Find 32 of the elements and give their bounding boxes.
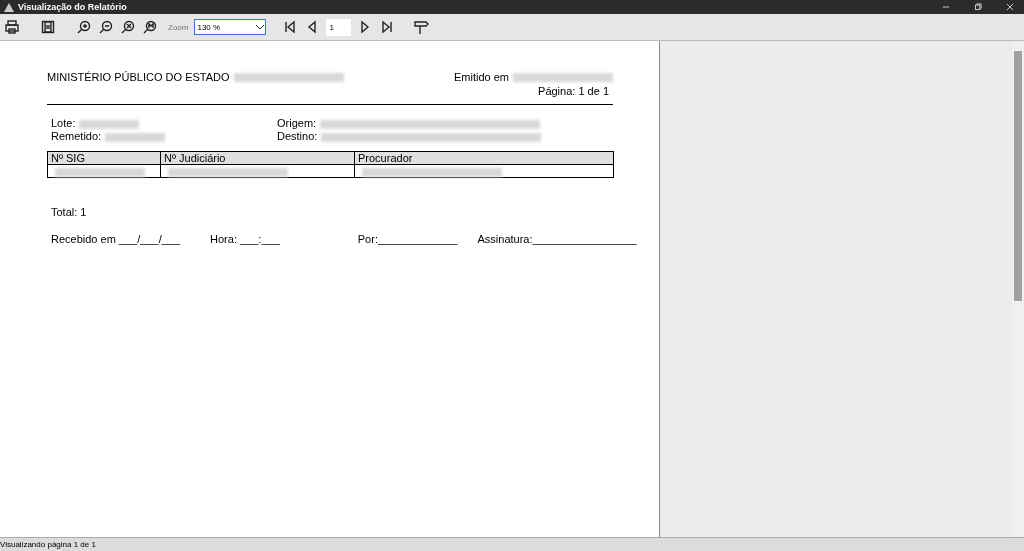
zoom-actual-icon[interactable] [142, 19, 158, 35]
redacted-text [105, 132, 166, 142]
column-header: Procurador [354, 151, 614, 165]
zoom-dropdown[interactable]: 130 % [194, 19, 267, 35]
emitted-label: Emitido em [453, 71, 509, 83]
window-title: Visualização do Relatório [18, 2, 127, 12]
zoom-in-icon[interactable] [76, 19, 92, 35]
form-blank: Por:_____________ [357, 233, 458, 245]
signpost-icon[interactable] [413, 19, 430, 35]
form-blank: Hora: ___:___ [210, 233, 280, 245]
zoom-fit-icon[interactable] [120, 19, 136, 35]
field-label: Destino: [277, 130, 318, 142]
field-label: Origem: [277, 117, 317, 129]
scrollbar[interactable] [1012, 41, 1024, 537]
column-header: Nº Judiciário [160, 151, 355, 165]
total-count: Total: 1 [51, 206, 88, 218]
field-label: Lote: [51, 117, 76, 129]
form-blank: Assinatura:_________________ [477, 233, 637, 245]
chevron-icon [255, 24, 266, 30]
field-label: Remetido: [51, 130, 102, 142]
zoom-out-icon[interactable] [98, 19, 114, 35]
save-icon[interactable] [40, 19, 56, 35]
report-header: MINISTÉRIO PÚBLICO DO ESTADO [47, 71, 230, 83]
redacted-text [79, 119, 140, 129]
page-field[interactable]: 1 [326, 18, 352, 36]
column-header: Nº SIG [47, 151, 161, 165]
printer-icon[interactable] [4, 19, 20, 35]
form-blank: Recebido em ___/___/___ [51, 233, 181, 245]
app-icon [4, 2, 14, 12]
zoom-label: Zoom [168, 22, 189, 32]
status-text: Visualizando página 1 de 1 [0, 540, 96, 549]
page-count: Página: 1 de 1 [538, 85, 609, 97]
